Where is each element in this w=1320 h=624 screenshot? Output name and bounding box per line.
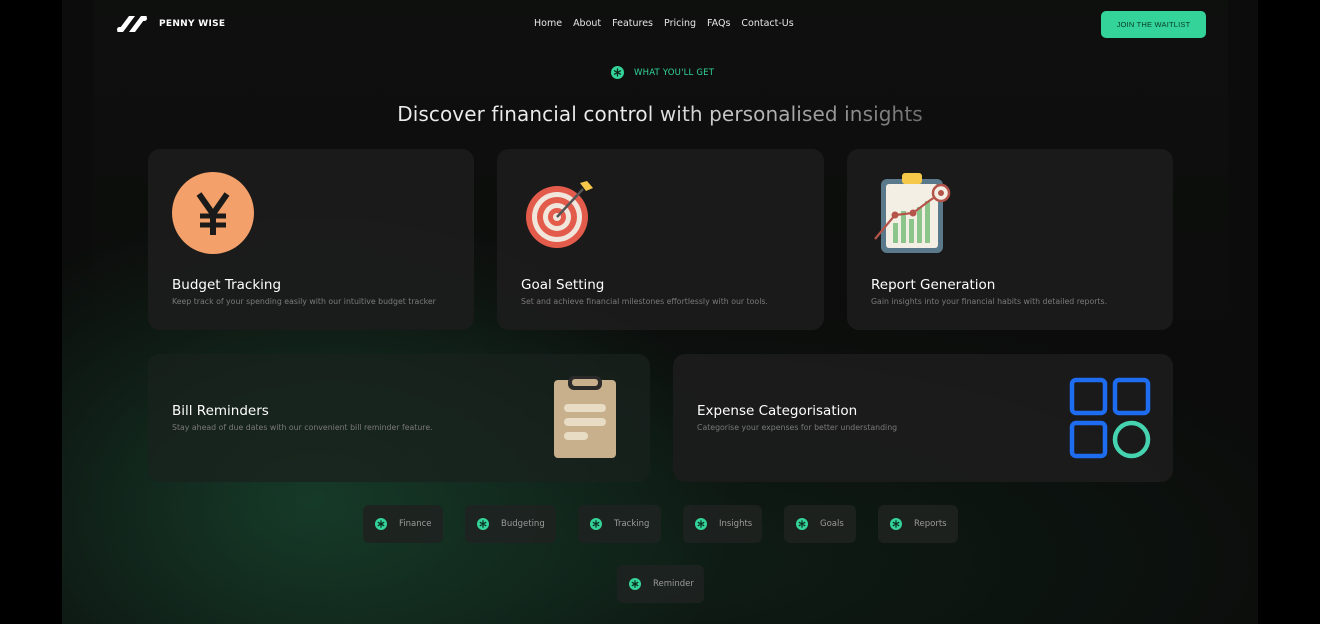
- tag-reminder[interactable]: Reminder: [617, 565, 704, 603]
- tag-budgeting[interactable]: Budgeting: [465, 505, 556, 543]
- feature-description: Set and achieve financial milestones eff…: [521, 297, 768, 306]
- feature-description: Categorise your expenses for better unde…: [697, 423, 898, 432]
- top-navbar: PENNY WISE Home About Features Pricing F…: [62, 0, 1258, 48]
- yen-coin-icon: [172, 172, 254, 254]
- categories-grid-icon: [1069, 377, 1151, 459]
- feature-title: Goal Setting: [521, 277, 605, 293]
- logo-icon: [117, 16, 147, 32]
- sparkle-badge-icon: [695, 518, 707, 530]
- tag-reports[interactable]: Reports: [878, 505, 958, 543]
- feature-description: Keep track of your spending easily with …: [172, 297, 436, 306]
- brand-logo[interactable]: PENNY WISE: [115, 14, 225, 34]
- section-eyebrow: WHAT YOU'LL GET: [611, 66, 714, 79]
- clipboard-icon: [554, 376, 616, 458]
- tag-label: Reminder: [653, 579, 694, 589]
- join-waitlist-button[interactable]: JOIN THE WAITLIST: [1101, 11, 1206, 38]
- feature-description: Gain insights into your financial habits…: [871, 297, 1108, 306]
- feature-title: Budget Tracking: [172, 277, 282, 293]
- brand-name: PENNY WISE: [159, 19, 226, 29]
- sparkle-badge-icon: [796, 518, 808, 530]
- section-heading: Discover financial control with personal…: [62, 102, 1258, 126]
- tag-insights[interactable]: Insights: [683, 505, 762, 543]
- feature-card-goal-setting: Goal Setting Set and achieve financial m…: [497, 149, 824, 330]
- feature-card-budget-tracking: Budget Tracking Keep track of your spend…: [148, 149, 474, 330]
- nav-link-home[interactable]: Home: [534, 18, 562, 29]
- nav-link-pricing[interactable]: Pricing: [664, 18, 696, 29]
- nav-link-faqs[interactable]: FAQs: [707, 18, 730, 29]
- report-chart-icon: [874, 173, 951, 253]
- feature-title: Report Generation: [871, 277, 996, 293]
- sparkle-badge-icon: [477, 518, 489, 530]
- tag-label: Tracking: [614, 519, 650, 529]
- feature-description: Stay ahead of due dates with our conveni…: [172, 423, 433, 432]
- target-icon: [526, 181, 593, 248]
- nav-link-about[interactable]: About: [573, 18, 601, 29]
- feature-card-expense-categorisation: Expense Categorisation Categorise your e…: [673, 354, 1173, 482]
- eyebrow-label: WHAT YOU'LL GET: [634, 67, 715, 78]
- tag-label: Finance: [399, 519, 432, 529]
- sparkle-badge-icon: [375, 518, 387, 530]
- tag-label: Insights: [719, 519, 753, 529]
- tag-label: Goals: [820, 519, 844, 529]
- sparkle-badge-icon: [890, 518, 902, 530]
- nav-links: Home About Features Pricing FAQs Contact…: [534, 18, 794, 29]
- tag-tracking[interactable]: Tracking: [578, 505, 661, 543]
- tag-label: Reports: [914, 519, 947, 529]
- feature-card-bill-reminders: Bill Reminders Stay ahead of due dates w…: [148, 354, 650, 482]
- tag-goals[interactable]: Goals: [784, 505, 856, 543]
- tag-label: Budgeting: [501, 519, 545, 529]
- feature-title: Expense Categorisation: [697, 403, 858, 419]
- sparkle-badge-icon: [611, 66, 624, 79]
- page-frame: PENNY WISE Home About Features Pricing F…: [62, 0, 1258, 624]
- nav-link-features[interactable]: Features: [612, 18, 653, 29]
- tag-finance[interactable]: Finance: [363, 505, 443, 543]
- sparkle-badge-icon: [629, 578, 641, 590]
- feature-title: Bill Reminders: [172, 403, 269, 419]
- nav-link-contact[interactable]: Contact-Us: [741, 18, 793, 29]
- sparkle-badge-icon: [590, 518, 602, 530]
- feature-card-report-generation: Report Generation Gain insights into you…: [847, 149, 1173, 330]
